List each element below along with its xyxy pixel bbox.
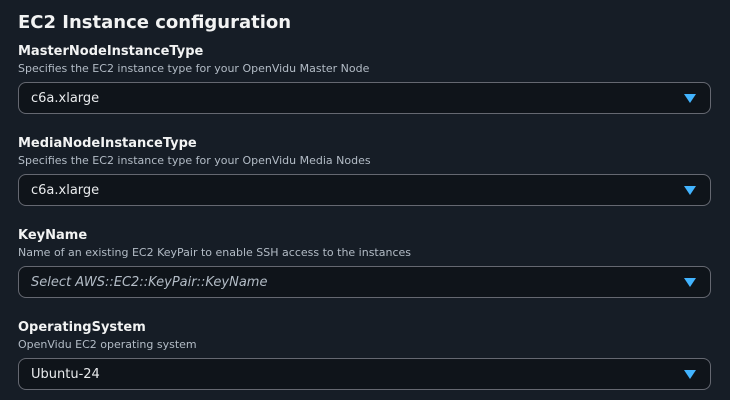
media-node-instance-type-field: MediaNodeInstanceType Specifies the EC2 …	[18, 136, 711, 206]
section-title: EC2 Instance configuration	[18, 12, 292, 33]
field-label: OperatingSystem	[18, 320, 146, 335]
field-description: Name of an existing EC2 KeyPair to enabl…	[18, 246, 412, 259]
media-node-instance-type-select[interactable]: c6a.xlarge	[18, 174, 711, 206]
operating-system-select[interactable]: Ubuntu-24	[18, 358, 711, 390]
caret-down-icon	[684, 278, 696, 287]
field-label: MediaNodeInstanceType	[18, 136, 197, 151]
select-value: c6a.xlarge	[31, 90, 100, 106]
field-label: MasterNodeInstanceType	[18, 44, 204, 59]
select-value: Ubuntu-24	[31, 366, 100, 382]
field-label: KeyName	[18, 228, 88, 243]
caret-down-icon	[684, 186, 696, 195]
key-name-select[interactable]: Select AWS::EC2::KeyPair::KeyName	[18, 266, 711, 298]
caret-down-icon	[684, 370, 696, 379]
master-node-instance-type-field: MasterNodeInstanceType Specifies the EC2…	[18, 44, 711, 114]
field-description: OpenVidu EC2 operating system	[18, 338, 197, 351]
field-description: Specifies the EC2 instance type for your…	[18, 62, 370, 75]
master-node-instance-type-select[interactable]: c6a.xlarge	[18, 82, 711, 114]
field-description: Specifies the EC2 instance type for your…	[18, 154, 371, 167]
key-name-field: KeyName Name of an existing EC2 KeyPair …	[18, 228, 711, 298]
select-placeholder: Select AWS::EC2::KeyPair::KeyName	[31, 274, 268, 290]
caret-down-icon	[684, 94, 696, 103]
select-value: c6a.xlarge	[31, 182, 100, 198]
operating-system-field: OperatingSystem OpenVidu EC2 operating s…	[18, 320, 711, 390]
ec2-instance-configuration-panel: EC2 Instance configuration MasterNodeIns…	[0, 0, 730, 400]
